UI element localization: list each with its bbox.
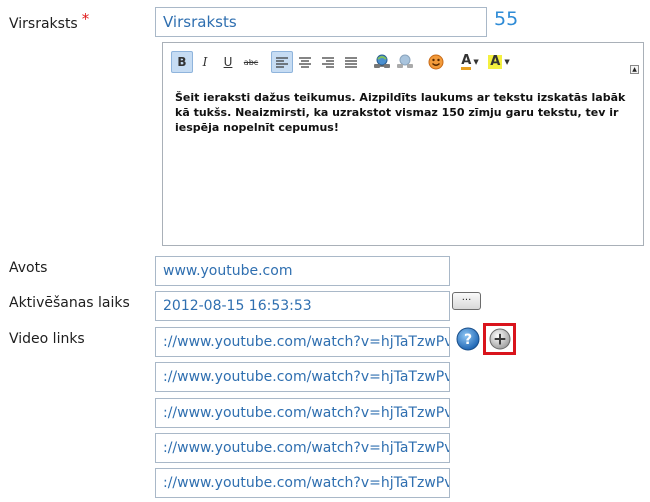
help-glyph: ? — [464, 332, 472, 348]
title-label: Virsraksts * — [9, 10, 89, 32]
video-link-value: ://www.youtube.com/watch?v=hjTaTzwPvPE — [163, 405, 450, 421]
video-link-value: ://www.youtube.com/watch?v=hjTaTzwPvPE — [163, 334, 450, 350]
activation-time-input[interactable]: 2012-08-15 16:53:53 — [155, 291, 450, 321]
strikethrough-icon[interactable]: abc — [240, 51, 262, 73]
add-glyph: + — [492, 330, 506, 350]
add-icon: + — [489, 328, 510, 350]
video-link-input-5[interactable]: ://www.youtube.com/watch?v=hjTaTzwPvPE — [155, 468, 450, 498]
video-link-input-1[interactable]: ://www.youtube.com/watch?v=hjTaTzwPvPE — [155, 327, 450, 357]
title-label-text: Virsraksts — [9, 16, 78, 32]
unlink-icon[interactable] — [394, 51, 416, 73]
char-counter: 55 — [494, 8, 519, 30]
highlight-icon[interactable]: A ▼ — [485, 51, 513, 73]
source-input-value: www.youtube.com — [163, 263, 293, 279]
help-icon[interactable]: ? — [456, 327, 480, 351]
font-color-icon[interactable]: A ▼ — [456, 51, 484, 73]
title-input[interactable]: Virsraksts — [155, 7, 487, 37]
video-link-value: ://www.youtube.com/watch?v=hjTaTzwPvPE — [163, 475, 450, 491]
activation-time-value: 2012-08-15 16:53:53 — [163, 298, 312, 314]
italic-icon[interactable]: I — [194, 51, 216, 73]
editor-toolbar: B I U abc A ▼ A ▼ — [171, 50, 514, 74]
video-link-input-3[interactable]: ://www.youtube.com/watch?v=hjTaTzwPvPE — [155, 398, 450, 428]
align-justify-icon[interactable] — [340, 51, 362, 73]
title-input-value: Virsraksts — [163, 13, 237, 31]
source-input[interactable]: www.youtube.com — [155, 256, 450, 286]
add-video-link-button[interactable]: + — [483, 323, 516, 355]
video-link-input-4[interactable]: ://www.youtube.com/watch?v=hjTaTzwPvPE — [155, 433, 450, 463]
video-links-label: Video links — [9, 331, 85, 347]
align-right-icon[interactable] — [317, 51, 339, 73]
date-picker-button[interactable]: ... — [452, 292, 481, 310]
collapse-toolbar-button[interactable]: ▲ — [630, 65, 639, 74]
required-marker: * — [81, 10, 90, 28]
editor-content[interactable]: Šeit ieraksti dažus teikumus. Aizpildīts… — [175, 90, 635, 135]
link-icon[interactable] — [371, 51, 393, 73]
video-link-value: ://www.youtube.com/watch?v=hjTaTzwPvPE — [163, 369, 450, 385]
bold-icon[interactable]: B — [171, 51, 193, 73]
underline-icon[interactable]: U — [217, 51, 239, 73]
source-label: Avots — [9, 260, 48, 276]
emoticon-icon[interactable] — [425, 51, 447, 73]
video-link-value: ://www.youtube.com/watch?v=hjTaTzwPvPE — [163, 440, 450, 456]
video-link-input-2[interactable]: ://www.youtube.com/watch?v=hjTaTzwPvPE — [155, 362, 450, 392]
align-center-icon[interactable] — [294, 51, 316, 73]
align-left-icon[interactable] — [271, 51, 293, 73]
activation-label: Aktivēšanas laiks — [9, 295, 130, 311]
rich-text-editor[interactable]: B I U abc A ▼ A ▼ ▲ Šeit ieraksti dažus … — [162, 42, 644, 246]
